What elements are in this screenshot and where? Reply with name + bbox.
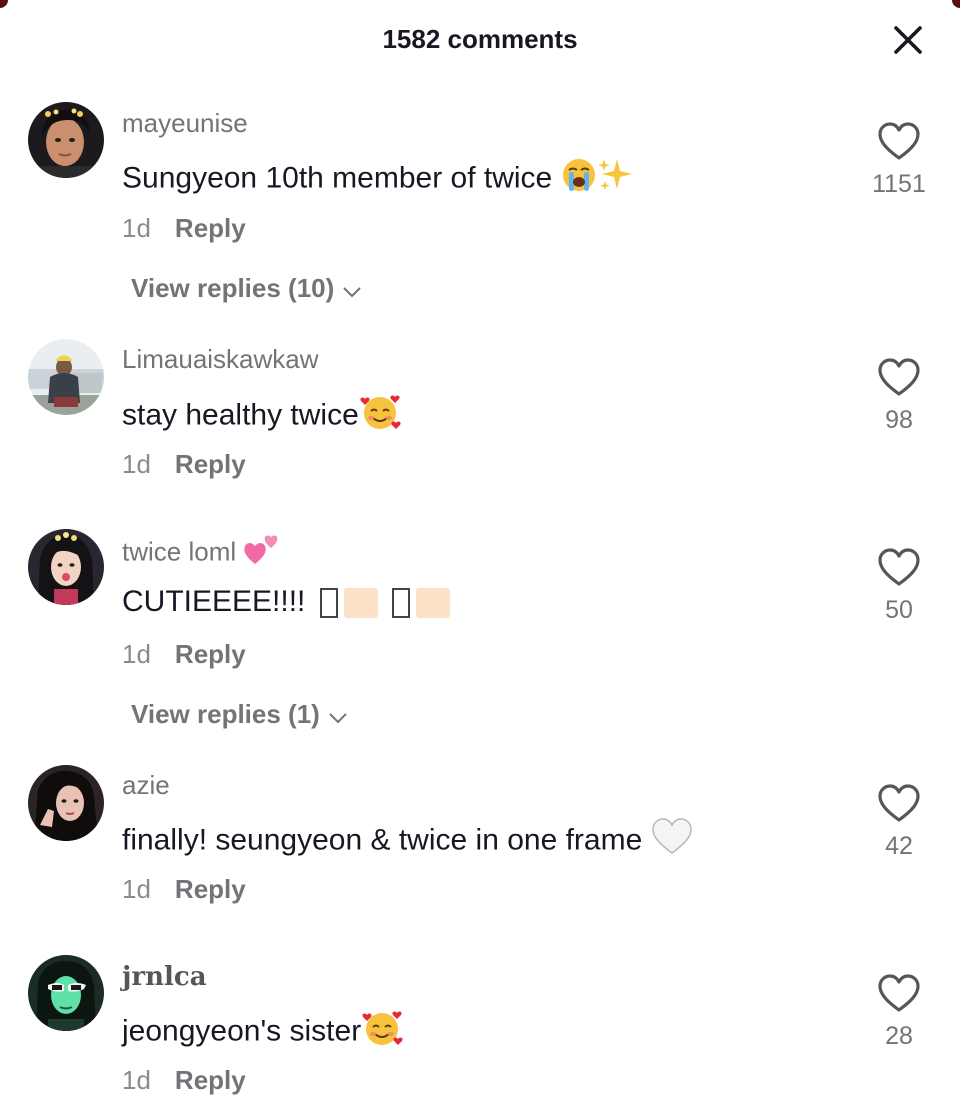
reply-button[interactable]: Reply [175,874,246,904]
comment-username[interactable]: twice loml [122,534,279,573]
heart-outline-icon [878,358,920,396]
view-replies-label: View replies (1) [131,699,320,729]
two-hearts-icon [243,534,279,573]
comment-timestamp: 1d [122,449,151,479]
comment-text: stay healthy twice [122,393,401,440]
heart-outline-icon [878,974,920,1012]
like-button[interactable]: 1151 [868,122,930,199]
missing-glyph-icon [392,588,411,619]
chevron-down-icon [342,275,362,306]
like-button[interactable]: 50 [868,548,930,625]
comment-meta: 1d Reply [122,639,246,670]
comment-username[interactable]: azie [122,770,170,801]
white-heart-icon [651,818,693,865]
like-count: 50 [885,596,913,624]
like-count: 98 [885,406,913,434]
comments-header: 1582 comments [0,0,960,80]
comment-username[interactable]: Limauaiskawkaw [122,344,319,375]
comment-meta: 1d Reply [122,213,246,244]
view-replies-button[interactable]: View replies (10) [131,273,362,306]
comment-timestamp: 1d [122,874,151,904]
view-replies-button[interactable]: View replies (1) [131,699,348,732]
close-button[interactable] [890,22,926,58]
avatar[interactable] [28,102,104,178]
reply-button[interactable]: Reply [175,213,246,243]
comment-username-text: twice loml [122,536,237,567]
comment-text: CUTIEEEE!!!! [122,584,451,620]
comment-text: finally! seungyeon & twice in one frame [122,818,693,865]
heart-outline-icon [878,122,920,160]
comment-text-body: Sungyeon 10th member of twice [122,161,553,195]
like-button[interactable]: 28 [868,974,930,1051]
comment-text-body: finally! seungyeon & twice in one frame [122,823,643,857]
reply-button[interactable]: Reply [175,449,246,479]
view-replies-label: View replies (10) [131,273,335,303]
comment-text-body: jeongyeon's sister [122,1014,362,1048]
avatar[interactable] [28,529,104,605]
comment-username[interactable]: mayeunise [122,108,248,139]
smiling-face-with-hearts-icon [359,393,401,440]
comment-timestamp: 1d [122,1065,151,1095]
like-button[interactable]: 42 [868,784,930,861]
avatar[interactable] [28,765,104,841]
heart-outline-icon [878,784,920,822]
like-button[interactable]: 98 [868,358,930,435]
avatar[interactable] [28,955,104,1031]
comment-text-body: CUTIEEEE!!!! [122,585,306,618]
comment-timestamp: 1d [122,639,151,669]
comment-timestamp: 1d [122,213,151,243]
reply-button[interactable]: Reply [175,639,246,669]
skin-tone-icon [416,588,451,619]
avatar[interactable] [28,339,104,415]
comment-text: jeongyeon's sister [122,1009,403,1056]
comment-meta: 1d Reply [122,1065,246,1096]
like-count: 28 [885,1022,913,1050]
chevron-down-icon [328,701,348,732]
comment-meta: 1d Reply [122,874,246,905]
loudly-crying-face-icon [561,157,597,202]
smiling-face-with-hearts-icon [361,1009,403,1056]
like-count: 1151 [872,170,926,198]
comment-text-body: stay healthy twice [122,398,359,432]
comment-text: Sungyeon 10th member of twice [122,157,635,202]
close-icon [894,26,922,54]
heart-outline-icon [878,548,920,586]
reply-button[interactable]: Reply [175,1065,246,1095]
comment-meta: 1d Reply [122,449,246,480]
sparkles-icon [597,157,635,202]
like-count: 42 [885,832,913,860]
comment-username[interactable]: jrnlca [122,962,207,992]
missing-glyph-icon [319,588,338,619]
skin-tone-icon [343,588,378,619]
comments-count-title: 1582 comments [382,24,578,54]
